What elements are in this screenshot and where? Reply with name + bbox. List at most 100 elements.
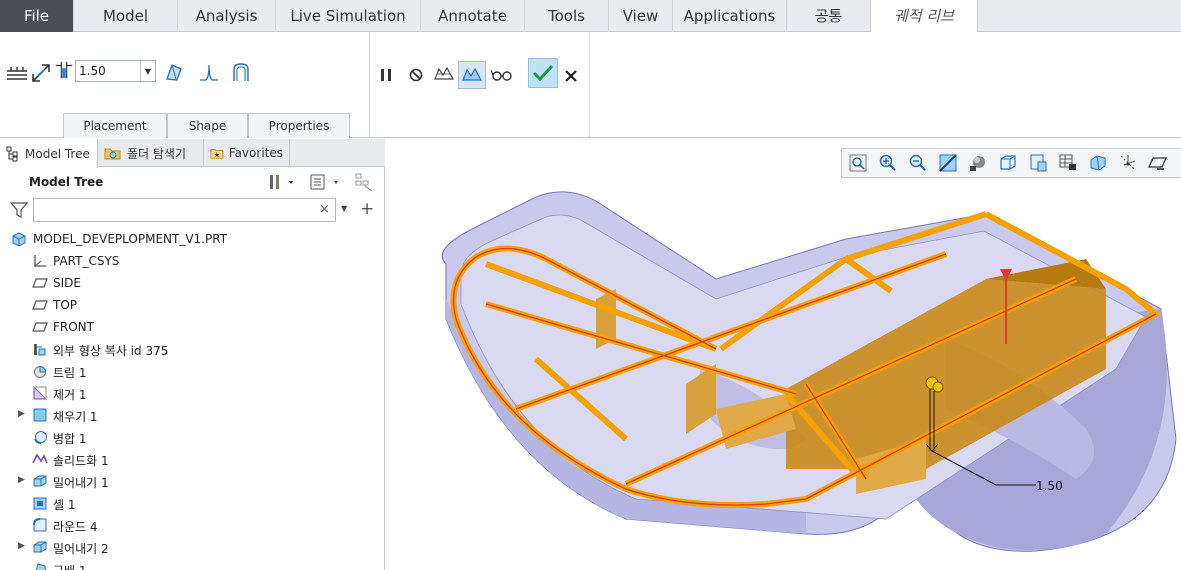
tab-folder-browser-label: 폴더 탐색기 xyxy=(127,146,187,161)
tree-item-label: 병합 1 xyxy=(53,432,87,446)
tree-item-extrude-1[interactable]: ▶ 밀어내기 1 xyxy=(0,470,384,492)
tab-annotate[interactable]: Annotate xyxy=(421,0,525,32)
tree-search-input[interactable] xyxy=(33,198,336,222)
extrude-icon xyxy=(33,541,47,553)
tab-placement[interactable]: Placement xyxy=(63,113,167,138)
tree-item-label: 밀어내기 1 xyxy=(53,476,109,490)
tab-tools[interactable]: Tools xyxy=(525,0,609,32)
tree-item-label: TOP xyxy=(53,298,78,312)
tab-model-tree[interactable]: Model Tree xyxy=(0,139,98,168)
tab-properties[interactable]: Properties xyxy=(248,113,350,138)
tree-item-label: 구배 1 xyxy=(53,562,87,570)
no-preview-icon[interactable] xyxy=(403,62,429,88)
svg-text:★: ★ xyxy=(214,151,220,159)
csys-icon xyxy=(34,255,46,267)
tab-model[interactable]: Model xyxy=(74,0,178,32)
expand-icon[interactable]: ▶ xyxy=(18,541,26,551)
flip-direction-icon[interactable] xyxy=(30,62,52,84)
datum-plane-icon xyxy=(32,300,48,310)
tab-favorites[interactable]: ★ Favorites xyxy=(204,139,290,167)
tree-item-draft[interactable]: 구배 1 xyxy=(0,558,384,570)
tab-view[interactable]: View xyxy=(609,0,673,32)
tree-item-remove[interactable]: 제거 1 xyxy=(0,382,384,404)
solidify-icon xyxy=(32,453,48,464)
navigator-tabs: Model Tree 폴더 탐색기 ★ Favorites xyxy=(0,139,385,168)
datum-display-icon[interactable] xyxy=(1146,151,1170,175)
geometry-preview-icon[interactable] xyxy=(431,62,457,88)
add-filter-icon[interactable]: + xyxy=(360,199,374,219)
display-style-icon[interactable] xyxy=(966,151,990,175)
tree-item-fill[interactable]: ▶ 채우기 1 xyxy=(0,404,384,426)
show-menu-icon[interactable] xyxy=(309,173,345,194)
cancel-icon[interactable] xyxy=(558,63,584,89)
graphics-viewport[interactable]: 1.50 xyxy=(386,139,1181,570)
tab-common[interactable]: 공통 xyxy=(787,0,871,32)
tree-item-merge[interactable]: 병합 1 xyxy=(0,426,384,448)
tree-item-label: 제거 1 xyxy=(53,388,87,402)
ribbon-panel: ▼ Placement Shape Properties xyxy=(0,32,1181,138)
saved-orientations-icon[interactable] xyxy=(996,151,1020,175)
datum-plane-icon xyxy=(32,322,48,332)
tree-settings-icon[interactable] xyxy=(268,173,296,194)
perspective-view-icon[interactable] xyxy=(1056,151,1080,175)
tree-item-shell[interactable]: 셸 1 xyxy=(0,492,384,514)
external-copy-geometry-icon xyxy=(34,344,46,356)
tab-model-tree-label: Model Tree xyxy=(25,146,90,161)
pause-icon[interactable] xyxy=(373,62,399,88)
chevron-down-icon[interactable]: ▼ xyxy=(341,204,347,213)
tab-favorites-label: Favorites xyxy=(228,146,283,160)
tree-item-external-copy[interactable]: 외부 형상 복사 id 375 xyxy=(0,338,384,360)
tab-analysis[interactable]: Analysis xyxy=(178,0,276,32)
add-fillet-top-icon[interactable] xyxy=(198,61,220,83)
refit-icon[interactable] xyxy=(846,151,870,175)
expand-icon[interactable]: ▶ xyxy=(18,475,26,485)
view-manager-icon[interactable] xyxy=(1026,151,1050,175)
zoom-out-icon[interactable] xyxy=(906,151,930,175)
tree-item-extrude-2[interactable]: ▶ 밀어내기 2 xyxy=(0,536,384,558)
part-model-graphic[interactable] xyxy=(386,139,1181,570)
model-tree-icon xyxy=(6,146,18,161)
tree-item-front[interactable]: FRONT xyxy=(0,316,384,338)
tab-live-simulation[interactable]: Live Simulation xyxy=(276,0,421,32)
tree-item-top[interactable]: TOP xyxy=(0,294,384,316)
zoom-in-icon[interactable] xyxy=(876,151,900,175)
tab-shape[interactable]: Shape xyxy=(167,113,248,138)
tab-file[interactable]: File xyxy=(0,0,74,32)
tree-item-solidify[interactable]: 솔리드화 1 xyxy=(0,448,384,470)
add-fillet-bottom-icon[interactable] xyxy=(230,61,252,83)
verify-icon[interactable] xyxy=(458,61,486,89)
thickness-combobox[interactable]: ▼ xyxy=(75,60,156,82)
ok-button[interactable] xyxy=(528,58,558,88)
expand-icon[interactable]: ▶ xyxy=(18,409,26,419)
tree-columns-icon[interactable] xyxy=(353,171,375,196)
tree-item-trim[interactable]: 트림 1 xyxy=(0,360,384,382)
annotation-display-icon[interactable] xyxy=(1086,151,1110,175)
tree-title: Model Tree xyxy=(29,175,104,189)
add-draft-icon[interactable] xyxy=(163,61,185,83)
chevron-down-icon[interactable]: ▼ xyxy=(140,61,155,81)
trim-icon xyxy=(34,365,47,378)
extrude-icon xyxy=(33,475,47,487)
clear-filter-icon[interactable]: × xyxy=(319,202,330,217)
thickness-input[interactable] xyxy=(76,61,140,81)
tab-folder-browser[interactable]: 폴더 탐색기 xyxy=(98,139,204,167)
tree-header: Model Tree xyxy=(0,168,384,196)
tree-item-part[interactable]: MODEL_DEVEPLOPMENT_V1.PRT xyxy=(0,228,384,250)
tab-trajectory-rib[interactable]: 궤적 리브 xyxy=(871,0,978,33)
folder-icon xyxy=(104,148,121,160)
add-to-both-sides-icon[interactable] xyxy=(6,62,28,84)
filter-row: × ▼ + xyxy=(0,196,384,224)
repaint-icon[interactable] xyxy=(936,151,960,175)
spin-center-icon[interactable] xyxy=(1116,151,1140,175)
tree-item-part-csys[interactable]: PART_CSYS xyxy=(0,250,384,272)
shell-icon xyxy=(33,497,47,510)
glasses-icon[interactable] xyxy=(489,62,515,88)
tree-item-round[interactable]: 라운드 4 xyxy=(0,514,384,536)
app-window: File Model Analysis Live Simulation Anno… xyxy=(0,0,1181,570)
tree-item-side[interactable]: SIDE xyxy=(0,272,384,294)
filter-icon[interactable] xyxy=(9,202,29,221)
tree-item-label: 밀어내기 2 xyxy=(53,542,109,556)
thickness-dimension-label[interactable]: 1.50 xyxy=(1036,479,1063,493)
checkmark-icon xyxy=(532,64,554,82)
tab-applications[interactable]: Applications xyxy=(673,0,787,32)
